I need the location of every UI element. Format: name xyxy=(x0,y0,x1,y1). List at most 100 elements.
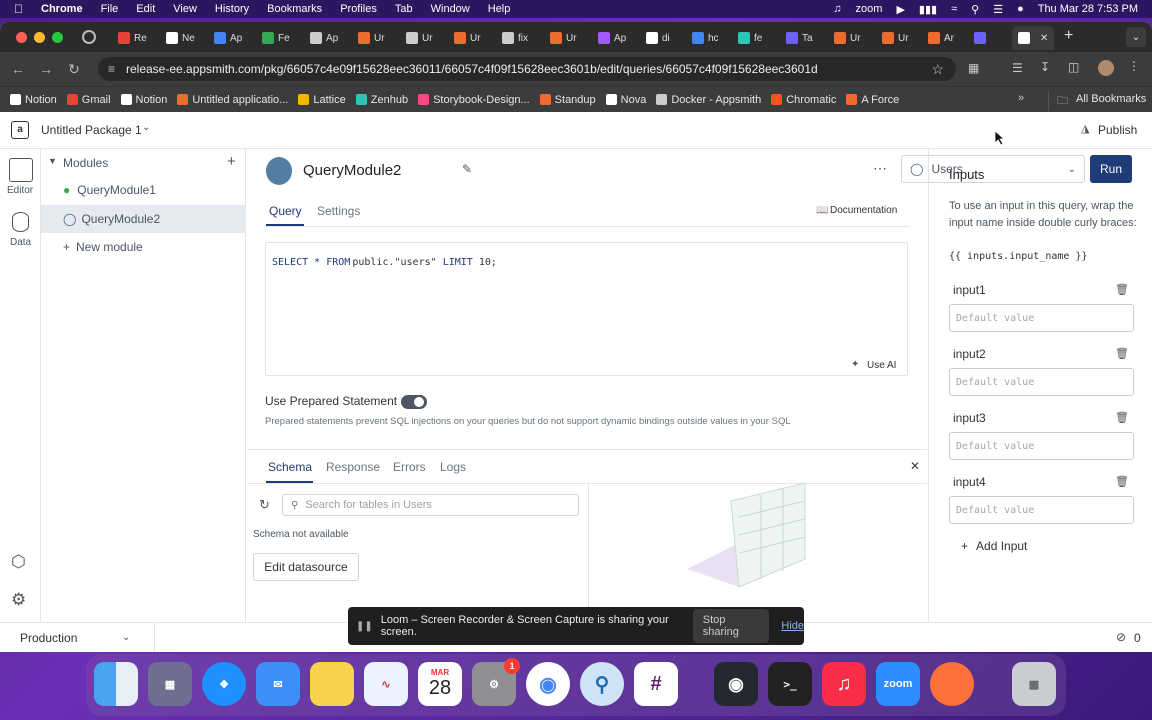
collapse-chevron-icon[interactable]: ▼ xyxy=(48,156,57,166)
tab-settings[interactable]: Settings xyxy=(317,204,360,218)
play-icon[interactable]: ▶ xyxy=(896,3,904,16)
menu-edit[interactable]: Edit xyxy=(136,3,155,15)
bookmark-item[interactable]: A Force xyxy=(846,94,899,106)
browser-tab[interactable]: Ap xyxy=(304,26,352,50)
menu-profiles[interactable]: Profiles xyxy=(340,3,377,15)
download-icon[interactable]: ↧ xyxy=(1040,60,1050,74)
tab-query[interactable]: Query xyxy=(269,204,302,218)
site-info-icon[interactable]: ≡ xyxy=(108,62,115,76)
more-menu-icon[interactable]: ⋮ xyxy=(1128,59,1140,73)
mail-icon[interactable]: ✉ xyxy=(256,662,300,706)
media-icon[interactable]: ☰ xyxy=(1012,61,1023,75)
browser-tab[interactable]: Ur xyxy=(448,26,496,50)
siri-icon[interactable]: ● xyxy=(1017,3,1024,15)
zoom-app-icon[interactable]: zoom xyxy=(876,662,920,706)
gear-icon[interactable]: ⚙ xyxy=(11,590,26,610)
add-module-icon[interactable]: + xyxy=(227,153,236,170)
battery-icon[interactable]: ▮▮▮ xyxy=(919,3,937,16)
apple-icon[interactable]:  xyxy=(14,2,23,16)
environment-select[interactable]: Production ⌄ xyxy=(0,623,155,652)
terminal-icon[interactable]: >_ xyxy=(768,662,812,706)
close-tab-icon[interactable]: ✕ xyxy=(1040,33,1048,44)
prepared-statement-toggle[interactable] xyxy=(401,395,427,409)
browser-tab[interactable]: Ta xyxy=(780,26,828,50)
safari-icon[interactable]: ❖ xyxy=(202,662,246,706)
finder-icon[interactable] xyxy=(94,662,138,706)
browser-tab[interactable]: hc xyxy=(686,26,734,50)
profile-avatar[interactable] xyxy=(1098,60,1114,76)
browser-tab[interactable]: Ur xyxy=(352,26,400,50)
bookmark-item[interactable]: Storybook-Design... xyxy=(418,94,530,106)
query-name[interactable]: QueryModule2 xyxy=(303,162,401,179)
recording-icon[interactable] xyxy=(82,30,96,44)
menu-history[interactable]: History xyxy=(215,3,249,15)
tab-response[interactable]: Response xyxy=(326,460,380,474)
maximize-window-button[interactable] xyxy=(52,32,63,43)
input-name-3[interactable]: input3 xyxy=(953,411,986,425)
editor-icon[interactable] xyxy=(9,158,33,182)
browser-tab[interactable]: Ur xyxy=(828,26,876,50)
rail-data-label[interactable]: Data xyxy=(10,237,31,248)
input-default-value-4[interactable]: Default value xyxy=(949,496,1134,524)
close-pane-icon[interactable]: ✕ xyxy=(910,459,920,473)
github-desktop-icon[interactable]: ◉ xyxy=(714,662,758,706)
tab-schema[interactable]: Schema xyxy=(268,460,312,474)
edit-datasource-button[interactable]: Edit datasource xyxy=(253,553,359,581)
browser-tab[interactable]: Fe xyxy=(256,26,304,50)
schema-search-input[interactable]: ⚲ Search for tables in Users xyxy=(282,494,579,516)
input-default-value-1[interactable]: Default value xyxy=(949,304,1134,332)
bookmark-item[interactable]: Lattice xyxy=(298,94,346,106)
browser-tab[interactable]: Ur xyxy=(544,26,592,50)
search-icon[interactable]: ⚲ xyxy=(971,3,979,16)
wifi-icon[interactable]: ≈ xyxy=(951,3,957,15)
publish-button[interactable]: Publish xyxy=(1098,123,1137,137)
browser-tab[interactable]: Ap xyxy=(592,26,640,50)
control-center-icon[interactable]: ☰ xyxy=(993,3,1003,16)
package-name[interactable]: Untitled Package 1 xyxy=(41,123,142,137)
notes-icon[interactable] xyxy=(310,662,354,706)
new-tab-button[interactable]: + xyxy=(1064,27,1073,45)
music-app-icon[interactable]: ♫ xyxy=(822,662,866,706)
tab-errors[interactable]: Errors xyxy=(393,460,426,474)
bookmark-star-icon[interactable]: ☆ xyxy=(931,61,944,78)
browser-tab[interactable] xyxy=(968,26,1016,50)
error-icon[interactable]: ⊘ xyxy=(1116,630,1126,644)
freeform-icon[interactable]: ∿ xyxy=(364,662,408,706)
tab-logs[interactable]: Logs xyxy=(440,460,466,474)
chrome-icon[interactable]: ◉ xyxy=(526,662,570,706)
zoom-status[interactable]: zoom xyxy=(856,3,883,15)
browser-tab[interactable]: di xyxy=(640,26,688,50)
stop-sharing-button[interactable]: Stop sharing xyxy=(692,609,770,643)
slack-icon[interactable]: # xyxy=(634,662,678,706)
music-icon[interactable]: ♫ xyxy=(833,3,841,15)
browser-tab[interactable]: Ne xyxy=(160,26,208,50)
system-settings-icon[interactable]: ⚙ 1 xyxy=(472,658,520,706)
all-bookmarks[interactable]: All Bookmarks xyxy=(1076,93,1146,105)
forward-icon[interactable]: → xyxy=(32,61,60,77)
back-icon[interactable]: ← xyxy=(4,61,32,77)
browser-tab[interactable]: Ur xyxy=(400,26,448,50)
menu-bookmarks[interactable]: Bookmarks xyxy=(267,3,322,15)
appsmith-logo[interactable]: a xyxy=(11,121,29,139)
firefox-icon[interactable] xyxy=(930,662,974,706)
drag-handle-icon[interactable]: ❚❚ xyxy=(356,621,373,632)
bookmark-item[interactable]: Notion xyxy=(120,94,167,106)
menubar-datetime[interactable]: Thu Mar 28 7:53 PM xyxy=(1038,3,1138,15)
database-icon[interactable] xyxy=(12,212,29,232)
add-input-button[interactable]: + Add Input xyxy=(961,539,1027,553)
menu-tab[interactable]: Tab xyxy=(395,3,413,15)
trash-bin-icon[interactable]: ▩ xyxy=(1012,662,1056,706)
menu-help[interactable]: Help xyxy=(488,3,511,15)
quicktime-icon[interactable]: ⚲ xyxy=(580,662,624,706)
menu-view[interactable]: View xyxy=(173,3,197,15)
bookmark-item[interactable]: Docker - Appsmith xyxy=(656,94,761,106)
use-ai-button[interactable]: Use AI xyxy=(867,360,896,371)
browser-tab[interactable]: Ap xyxy=(208,26,256,50)
browser-tab[interactable]: fe xyxy=(732,26,780,50)
sql-code-editor[interactable]: SELECT * FROM public."users" LIMIT 10; xyxy=(265,242,908,376)
chevron-down-icon[interactable]: ⌄ xyxy=(142,122,150,133)
reload-icon[interactable]: ↻ xyxy=(60,61,88,78)
menu-app-name[interactable]: Chrome xyxy=(41,3,83,15)
launchpad-icon[interactable]: ▦ xyxy=(148,662,192,706)
input-name-4[interactable]: input4 xyxy=(953,475,986,489)
